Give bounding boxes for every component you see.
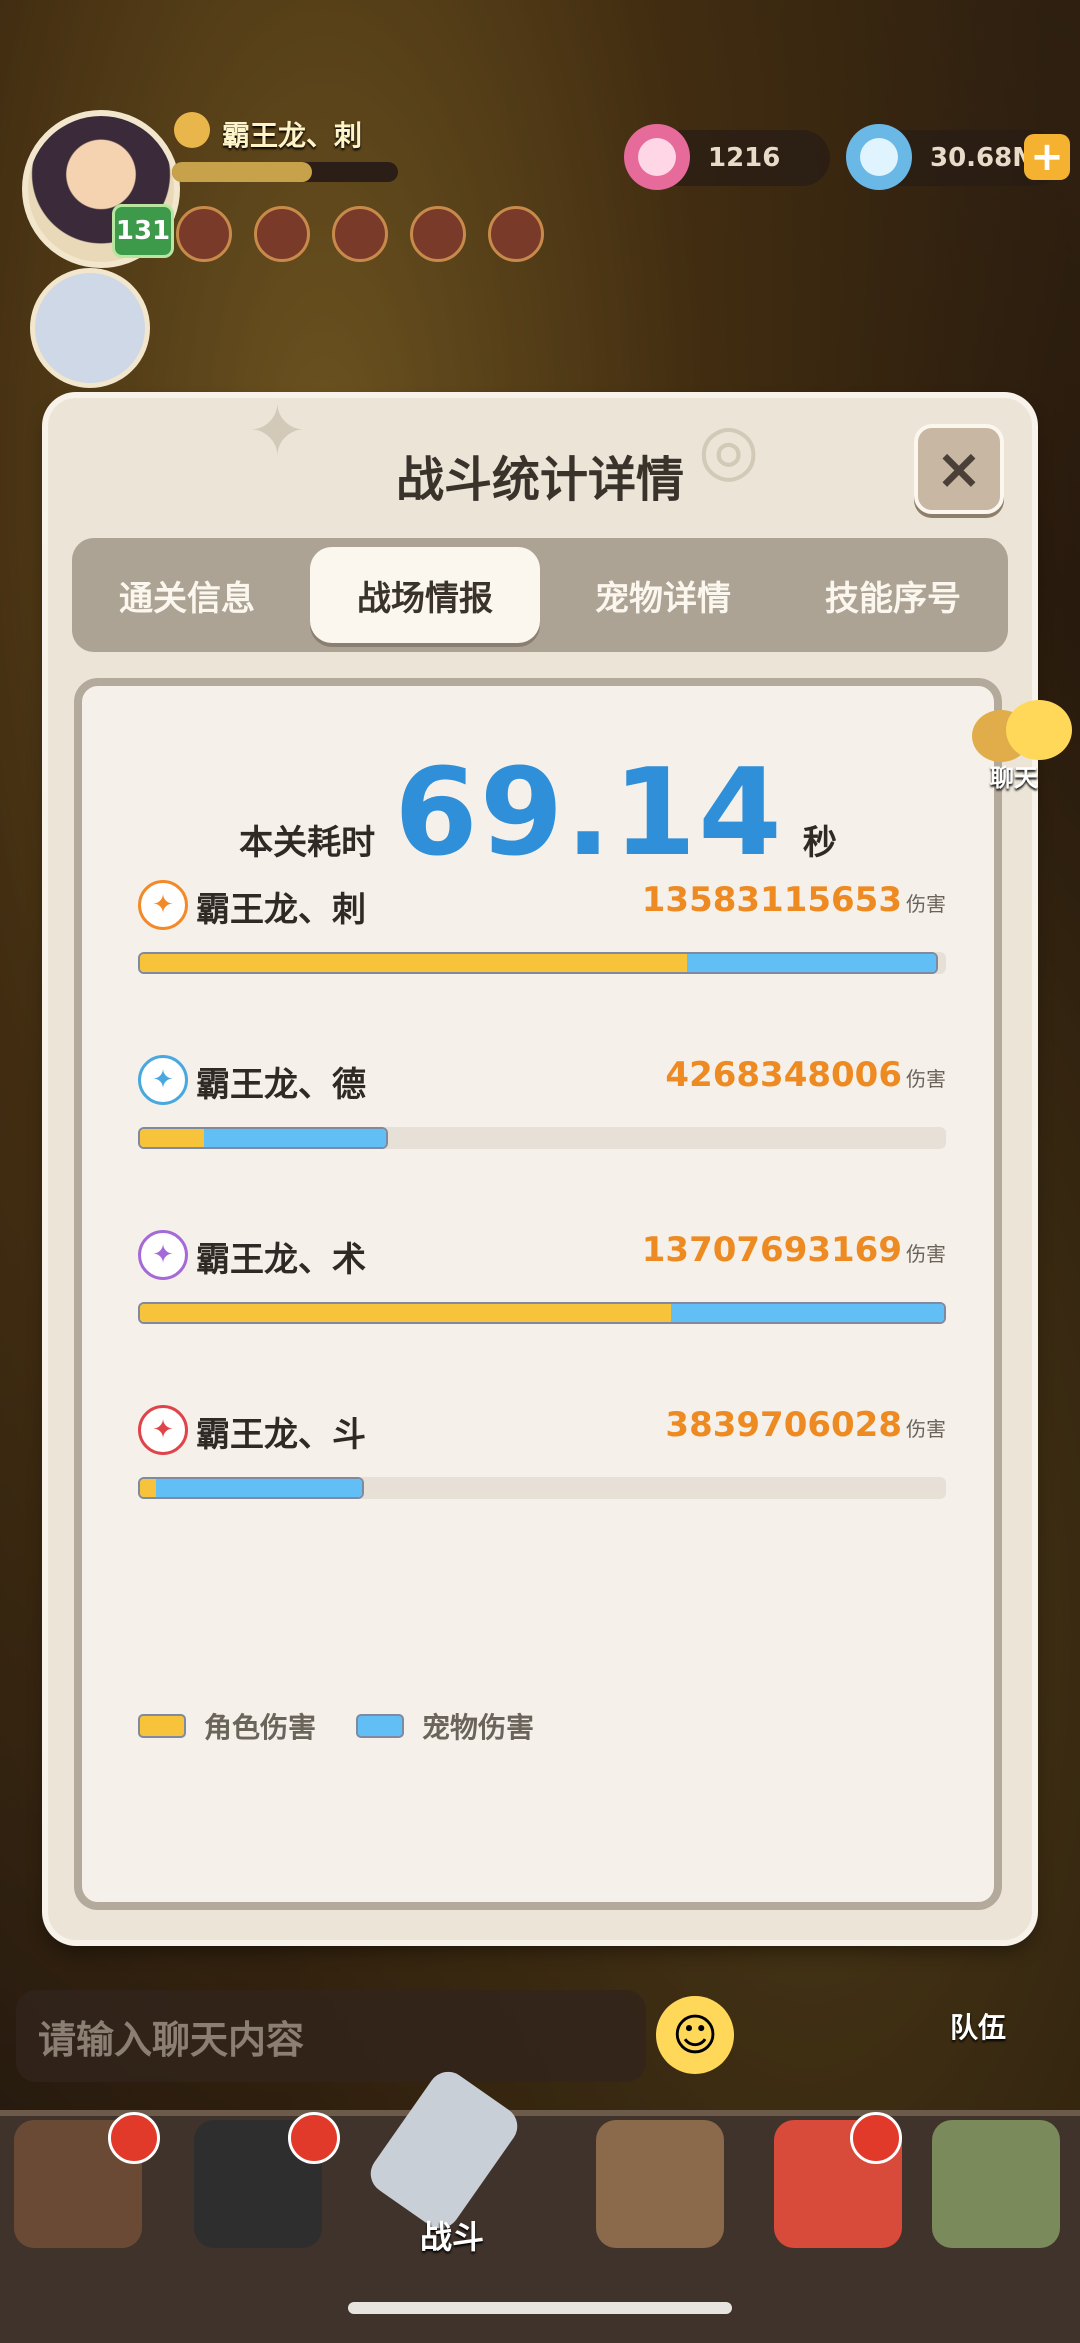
- chat-shortcut-label: 聊天: [990, 764, 1038, 792]
- player-name: 霸王龙、刺: [222, 119, 363, 152]
- pet-damage-segment: [203, 1129, 387, 1147]
- dagger-icon: ✦: [138, 880, 188, 930]
- damage-number: 3839706028: [665, 1405, 902, 1445]
- damage-row: ✦ 霸王龙、斗 3839706028 伤害: [138, 1401, 946, 1499]
- legend-role-swatch: [138, 1714, 186, 1738]
- shell-currency[interactable]: 1216: [624, 124, 830, 190]
- role-damage-segment: [140, 1129, 204, 1147]
- add-gems-button[interactable]: +: [1024, 134, 1070, 180]
- buff-icon[interactable]: [488, 206, 544, 262]
- emoji-button[interactable]: ☺: [656, 1996, 734, 2074]
- buff-icon[interactable]: [332, 206, 388, 262]
- damage-row-header: ✦ 霸王龙、德 4268348006 伤害: [138, 1051, 946, 1107]
- tab-skill-order[interactable]: 技能序号: [778, 538, 1008, 652]
- player-buff-icons: [176, 206, 544, 262]
- tab-clear-info[interactable]: 通关信息: [72, 538, 302, 652]
- clear-time-unit: 秒: [802, 823, 837, 863]
- damage-unit: 伤害: [906, 892, 946, 916]
- dialog-title: 战斗统计详情: [395, 452, 684, 508]
- damage-bar: [138, 1127, 389, 1149]
- shell-icon: [624, 124, 690, 190]
- gem-currency[interactable]: 30.68M +: [846, 124, 1070, 190]
- chat-input[interactable]: 请输入聊天内容: [16, 1990, 646, 2082]
- damage-unit: 伤害: [906, 1242, 946, 1266]
- notification-badge: [108, 2112, 160, 2164]
- stats-panel: 本关耗时 69.14 秒 ✦ 霸王龙、刺 13583115653 伤害 ✦ 霸王龙、德 42…: [74, 678, 1002, 1910]
- close-button[interactable]: ×: [914, 424, 1004, 514]
- damage-bar-track: [138, 1302, 946, 1324]
- damage-bar: [138, 952, 938, 974]
- player-exp-bar: [172, 162, 398, 182]
- role-damage-segment: [140, 1479, 156, 1497]
- legend-pet-label: 宠物伤害: [422, 1711, 535, 1744]
- role-damage-segment: [140, 954, 687, 972]
- damage-value: 3839706028 伤害: [665, 1405, 946, 1445]
- gem-count: 30.68M: [930, 143, 1039, 173]
- gem-icon: [846, 124, 912, 190]
- wind-icon: ✦: [138, 1055, 188, 1105]
- damage-value: 13583115653 伤害: [642, 880, 946, 920]
- shell-count: 1216: [708, 143, 781, 173]
- chat-shortcut-button[interactable]: 聊天: [970, 700, 1080, 792]
- tab-pet-details[interactable]: 宠物详情: [548, 538, 778, 652]
- damage-unit: 伤害: [906, 1067, 946, 1091]
- legend-pet: 宠物伤害: [356, 1706, 534, 1746]
- tab-battlefield-intel[interactable]: 战场情报: [310, 547, 540, 643]
- buff-icon[interactable]: [410, 206, 466, 262]
- damage-value: 4268348006 伤害: [665, 1055, 946, 1095]
- damage-number: 13707693169: [641, 1230, 902, 1270]
- character-name: 霸王龙、德: [196, 1065, 366, 1105]
- damage-row: ✦ 霸王龙、德 4268348006 伤害: [138, 1051, 946, 1149]
- damage-legend: 角色伤害 宠物伤害: [138, 1706, 534, 1746]
- character-name: 霸王龙、术: [196, 1240, 366, 1280]
- damage-bar: [138, 1477, 365, 1499]
- player-level-badge: 131: [112, 204, 174, 258]
- home-indicator: [348, 2302, 732, 2314]
- damage-row: ✦ 霸王龙、刺 13583115653 伤害: [138, 876, 946, 974]
- pet-damage-segment: [670, 1304, 944, 1322]
- damage-bar-track: [138, 1127, 946, 1149]
- damage-number: 4268348006: [665, 1055, 902, 1095]
- player-title-icon: [174, 112, 210, 148]
- legend-pet-swatch: [356, 1714, 405, 1738]
- nav-battle-label[interactable]: 战斗: [420, 2212, 484, 2258]
- damage-row: ✦ 霸王龙、术 13707693169 伤害: [138, 1226, 946, 1324]
- buff-icon[interactable]: [176, 206, 232, 262]
- damage-bar-track: [138, 1477, 946, 1499]
- damage-unit: 伤害: [906, 1417, 946, 1441]
- nav-item-elder[interactable]: [596, 2120, 724, 2248]
- nav-item-tribe[interactable]: [932, 2120, 1060, 2248]
- legend-role: 角色伤害: [138, 1706, 316, 1746]
- damage-bar: [138, 1302, 946, 1324]
- tab-bar: 通关信息 战场情报 宠物详情 技能序号: [72, 538, 1008, 652]
- clear-time-value: 69.14: [394, 744, 784, 883]
- character-name: 霸王龙、刺: [196, 890, 366, 930]
- damage-row-header: ✦ 霸王龙、斗 3839706028 伤害: [138, 1401, 946, 1457]
- damage-value: 13707693169 伤害: [642, 1230, 946, 1270]
- team-label[interactable]: 队伍: [950, 2006, 1006, 2046]
- pet-damage-segment: [686, 954, 936, 972]
- damage-row-header: ✦ 霸王龙、术 13707693169 伤害: [138, 1226, 946, 1282]
- damage-number: 13583115653: [641, 880, 902, 920]
- chat-face-icon: [1006, 700, 1072, 760]
- damage-row-header: ✦ 霸王龙、刺 13583115653 伤害: [138, 876, 946, 932]
- role-damage-segment: [140, 1304, 671, 1322]
- character-name: 霸王龙、斗: [196, 1415, 366, 1455]
- fist-icon: ✦: [138, 1405, 188, 1455]
- teammate-avatar[interactable]: [30, 268, 150, 388]
- pet-damage-segment: [155, 1479, 363, 1497]
- spiral-icon: ✦: [138, 1230, 188, 1280]
- legend-role-label: 角色伤害: [204, 1711, 317, 1744]
- notification-badge: [850, 2112, 902, 2164]
- clear-time-label: 本关耗时: [239, 823, 376, 863]
- battle-stats-dialog: ✦ ◎ 战斗统计详情 × 通关信息 战场情报 宠物详情 技能序号 本关耗时 69…: [48, 390, 1032, 1940]
- clear-time-row: 本关耗时 69.14 秒: [82, 744, 994, 883]
- notification-badge: [288, 2112, 340, 2164]
- damage-bar-track: [138, 952, 946, 974]
- buff-icon[interactable]: [254, 206, 310, 262]
